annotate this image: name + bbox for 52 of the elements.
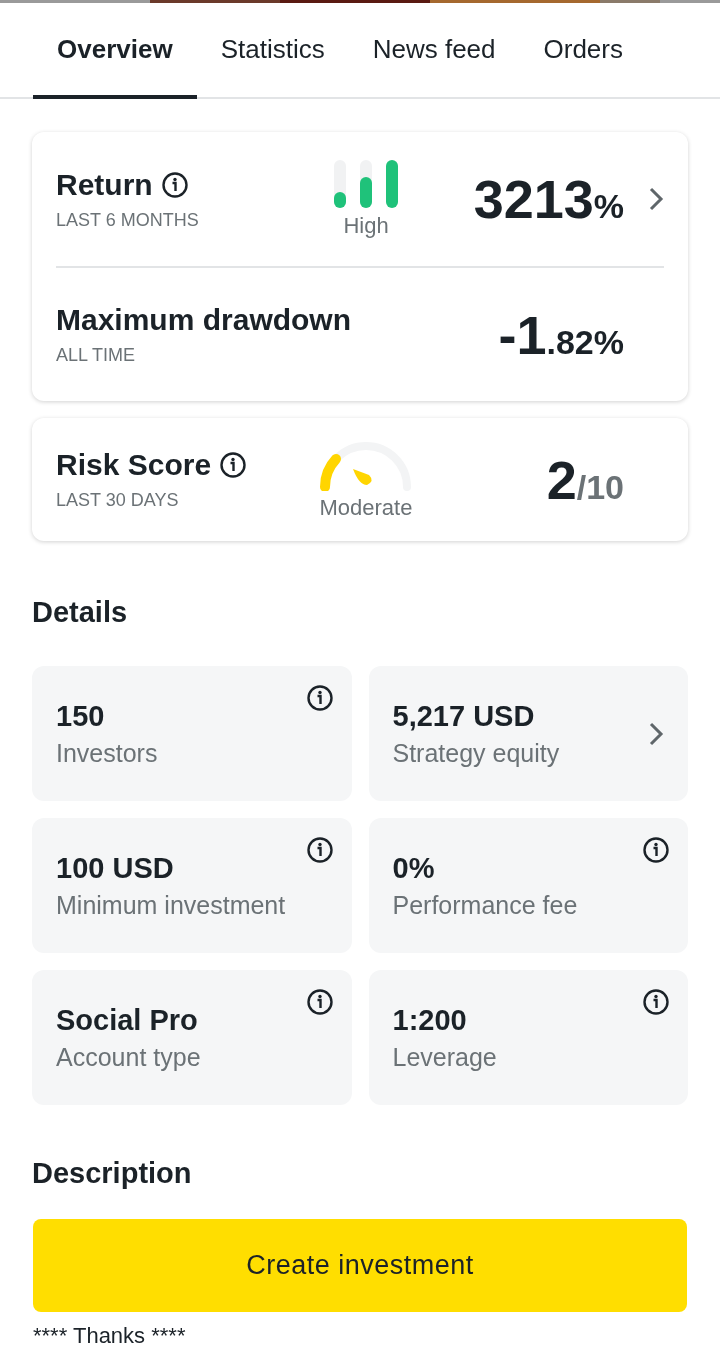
tab[interactable]: News feed [348, 3, 520, 99]
detail-value: Social Pro [56, 1003, 199, 1037]
metric-unit: % [593, 187, 624, 226]
info-icon[interactable] [305, 988, 334, 1016]
detail-value: 5,217 USD [392, 699, 536, 733]
metric-period: LAST 30 DAYS [56, 490, 180, 511]
detail-label: Performance fee [392, 890, 578, 920]
detail-tile[interactable]: 0% Performance fee [368, 818, 688, 953]
detail-value: 100 USD [56, 851, 175, 885]
bar-level-icon [333, 159, 399, 209]
detail-tile[interactable]: 100 USD Minimum investment [32, 818, 352, 953]
description-text: **** Thanks **** [33, 1323, 186, 1347]
info-icon[interactable] [219, 451, 248, 479]
chevron-right-icon[interactable] [648, 187, 664, 211]
detail-label: Account type [56, 1042, 201, 1072]
metric-value: -1 [498, 303, 547, 366]
detail-tile[interactable]: 1:200 Leverage [368, 970, 688, 1105]
tab[interactable]: Overview [33, 3, 197, 99]
detail-value: 1:200 [392, 1003, 468, 1037]
performance-card[interactable]: Return LAST 6 MONTHS High 3213% Maximum drawdown ALL TIME -1.82% [32, 132, 688, 401]
metric-value: 3213 [473, 168, 594, 230]
info-icon[interactable] [305, 684, 334, 712]
info-icon[interactable] [642, 836, 670, 864]
detail-tile[interactable]: 5,217 USD Strategy equity [368, 666, 688, 801]
tab[interactable]: Orders [519, 3, 647, 99]
metric-title: Return [56, 167, 153, 202]
detail-value: 0% [392, 851, 436, 885]
detail-tile[interactable]: 150 Investors [32, 666, 352, 801]
detail-label: Investors [56, 738, 158, 768]
detail-tile[interactable]: Social Pro Account type [32, 970, 352, 1105]
info-icon[interactable] [642, 988, 670, 1016]
metric-title: Risk Score [56, 448, 212, 482]
create-investment-button[interactable]: Create investment [33, 1219, 687, 1312]
indicator-label: High [343, 213, 389, 239]
tab[interactable]: Statistics [196, 3, 349, 99]
metric-period: ALL TIME [56, 345, 137, 366]
detail-value: 150 [56, 699, 106, 733]
metric-period: LAST 6 MONTHS [56, 209, 200, 231]
info-icon[interactable] [305, 836, 334, 864]
metric-value: 2 [546, 448, 577, 511]
metric-unit: /10 [576, 467, 624, 507]
details-heading: Details [32, 596, 129, 629]
detail-label: Strategy equity [392, 738, 560, 768]
detail-label: Minimum investment [56, 890, 286, 920]
indicator-label: Moderate [319, 494, 413, 521]
detail-label: Leverage [392, 1042, 497, 1072]
metric-unit: .82% [546, 322, 624, 362]
info-icon[interactable] [160, 170, 189, 199]
risk-card[interactable]: Risk Score LAST 30 DAYS Moderate 2/10 [32, 418, 688, 541]
metric-title: Maximum drawdown [56, 303, 352, 337]
chevron-right-icon[interactable] [648, 721, 664, 746]
description-heading: Description [32, 1157, 193, 1190]
